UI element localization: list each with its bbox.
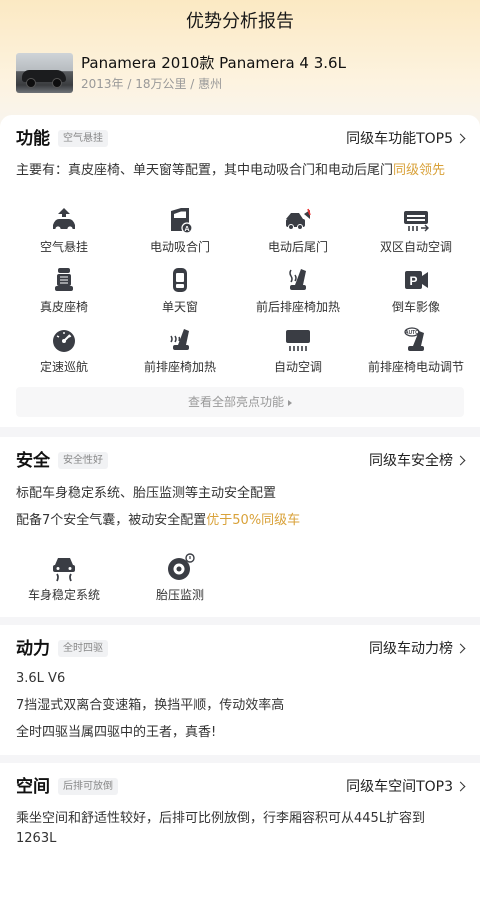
power-engine: 3.6L V6: [16, 671, 66, 686]
svg-text:A: A: [184, 226, 189, 233]
car-thumbnail: [16, 53, 73, 93]
space-rank-link[interactable]: 同级车空间TOP3: [346, 776, 466, 798]
feature-power-seat[interactable]: AUTO 前排座椅电动调节: [356, 325, 476, 375]
power-seat-icon: AUTO: [404, 327, 424, 351]
space-card: 空间 后排可放倒 同级车空间TOP3 乘坐空间和舒适性较好，后排可比例放倒，行李…: [0, 763, 480, 908]
power-header: 动力 全时四驱 同级车动力榜: [16, 637, 466, 661]
power-drivetrain: 全时四驱当属四驱中的王者，真香!: [16, 725, 217, 740]
function-card: 功能 空气悬挂 同级车功能TOP5 主要有：真皮座椅、单天窗等配置，其中电动吸合…: [0, 115, 480, 427]
feature-cruise-control[interactable]: 定速巡航: [4, 325, 124, 375]
stability-control-icon: [53, 558, 75, 582]
tire-pressure-icon: [168, 553, 195, 580]
power-card: 动力 全时四驱 同级车动力榜 3.6L V6 7挡湿式双离合变速箱，换挡平顺，传…: [0, 625, 480, 755]
auto-ac-icon: [286, 330, 310, 351]
feature-auto-ac[interactable]: 自动空调: [238, 325, 358, 375]
chevron-right-icon: [455, 781, 466, 792]
chevron-right-icon: [455, 643, 466, 654]
safety-line-2: 配备7个安全气囊，被动安全配置优于50%同级车: [16, 513, 301, 528]
feature-front-seat-heating[interactable]: 前排座椅加热: [120, 325, 240, 375]
sunroof-icon: [173, 268, 187, 292]
function-rank-link[interactable]: 同级车功能TOP5: [346, 128, 466, 150]
feature-air-suspension[interactable]: 空气悬挂: [4, 205, 124, 255]
feature-tire-pressure[interactable]: 胎压监测: [120, 553, 240, 603]
feature-parking-camera[interactable]: P 倒车影像: [356, 265, 476, 315]
svg-text:AUTO: AUTO: [405, 330, 419, 336]
view-all-features-button[interactable]: 查看全部亮点功能: [16, 387, 464, 417]
space-description: 乘坐空间和舒适性较好，后排可比例放倒，行李厢容积可从445L扩容到1263L: [16, 811, 426, 846]
chevron-right-icon: [455, 455, 466, 466]
feature-power-tailgate[interactable]: 电动后尾门: [238, 205, 358, 255]
space-heading: 空间: [16, 777, 50, 797]
seat-heating-icon: [289, 269, 306, 290]
power-tailgate-icon: [286, 208, 311, 230]
svg-text:P: P: [409, 274, 417, 288]
function-heading: 功能: [16, 129, 50, 149]
safety-header: 安全 安全性好 同级车安全榜: [16, 449, 466, 473]
feature-sunroof[interactable]: 单天窗: [120, 265, 240, 315]
power-tag: 全时四驱: [58, 640, 108, 657]
car-meta: 2013年 / 18万公里 / 惠州: [81, 77, 223, 91]
function-description: 主要有：真皮座椅、单天窗等配置，其中电动吸合门和电动后尾门同级领先: [16, 163, 446, 178]
car-name: Panamera 2010款 Panamera 4 3.6L: [81, 54, 346, 72]
air-suspension-icon: [53, 208, 75, 232]
safety-rank-link[interactable]: 同级车安全榜: [369, 450, 466, 472]
feature-stability-control[interactable]: 车身稳定系统: [4, 553, 124, 603]
power-transmission: 7挡湿式双离合变速箱，换挡平顺，传动效率高: [16, 698, 285, 713]
feature-leather-seat[interactable]: 真皮座椅: [4, 265, 124, 315]
leather-seat-icon: [55, 268, 73, 291]
car-summary[interactable]: Panamera 2010款 Panamera 4 3.6L 2013年 / 1…: [16, 53, 456, 95]
function-header: 功能 空气悬挂 同级车功能TOP5: [16, 127, 466, 151]
caret-right-icon: [288, 400, 292, 406]
cruise-control-icon: [53, 330, 75, 352]
parking-camera-icon: P: [405, 271, 428, 289]
feature-seat-heating[interactable]: 前后排座椅加热: [238, 265, 358, 315]
feature-soft-close-door[interactable]: A 电动吸合门: [120, 205, 240, 255]
feature-dual-zone-ac[interactable]: 双区自动空调: [356, 205, 476, 255]
dual-zone-ac-icon: [404, 211, 429, 232]
safety-line-1: 标配车身稳定系统、胎压监测等主动安全配置: [16, 486, 277, 501]
safety-tag: 安全性好: [58, 452, 108, 469]
space-header: 空间 后排可放倒 同级车空间TOP3: [16, 775, 466, 799]
soft-close-door-icon: A: [171, 208, 193, 234]
function-highlight: 同级领先: [393, 163, 446, 178]
space-tag: 后排可放倒: [58, 778, 118, 795]
power-rank-link[interactable]: 同级车动力榜: [369, 638, 466, 660]
safety-card: 安全 安全性好 同级车安全榜 标配车身稳定系统、胎压监测等主动安全配置 配备7个…: [0, 437, 480, 617]
page-title: 优势分析报告: [186, 11, 294, 32]
chevron-right-icon: [455, 133, 466, 144]
safety-highlight: 优于50%同级车: [206, 513, 301, 528]
safety-heading: 安全: [16, 451, 50, 471]
power-heading: 动力: [16, 639, 50, 659]
function-tag: 空气悬挂: [58, 130, 108, 147]
front-seat-heating-icon: [170, 329, 189, 350]
